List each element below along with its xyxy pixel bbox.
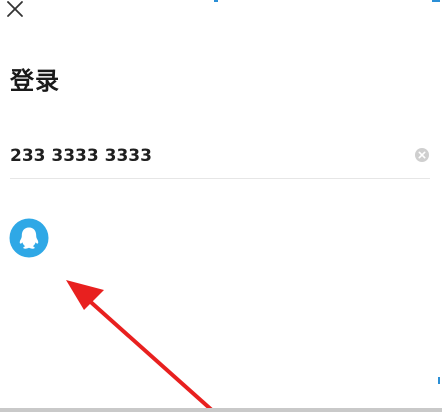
qq-login-button[interactable] xyxy=(9,218,49,258)
screenshot-crop-mark xyxy=(432,0,440,2)
screenshot-crop-mark xyxy=(438,377,440,384)
qq-penguin-icon xyxy=(9,218,49,258)
annotation-arrow xyxy=(66,280,216,412)
clear-input-button[interactable] xyxy=(414,147,430,163)
close-icon xyxy=(7,1,23,17)
clear-circle-icon xyxy=(415,148,429,162)
phone-input[interactable] xyxy=(10,140,390,172)
phone-field-row xyxy=(10,136,430,179)
page-title: 登录 xyxy=(10,67,60,95)
screenshot-crop-mark xyxy=(214,0,218,2)
bottom-border xyxy=(0,408,442,412)
close-button[interactable] xyxy=(6,0,26,20)
